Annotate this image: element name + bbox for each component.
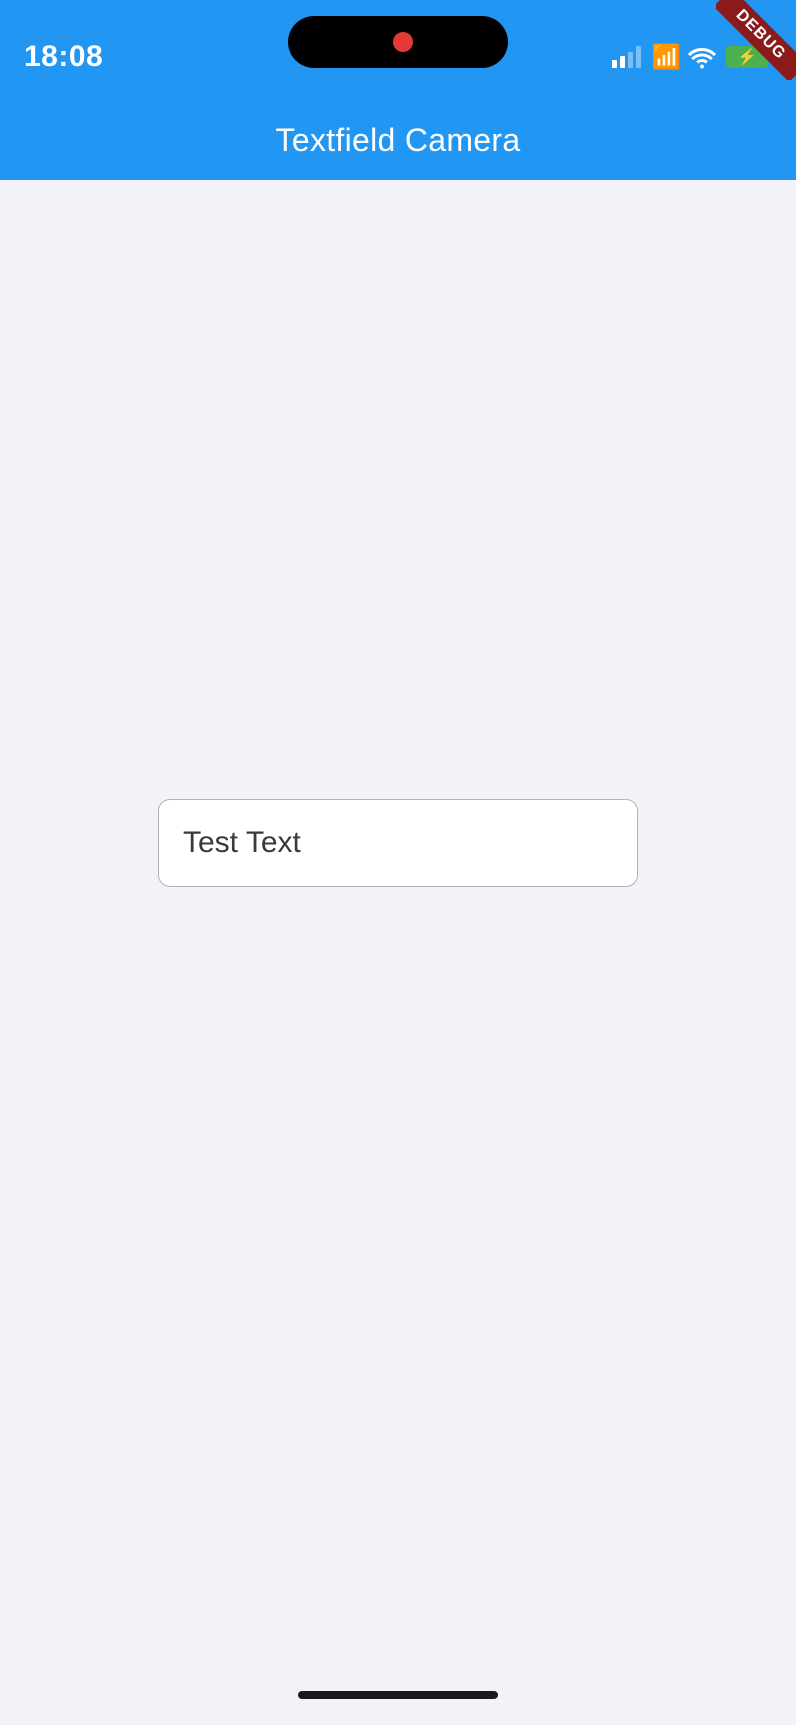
status-bar: 18:08 📶 ⚡ DEBUG <box>0 0 796 100</box>
signal-icon <box>612 46 641 68</box>
home-indicator <box>298 1691 498 1699</box>
dynamic-island <box>288 16 508 68</box>
status-time: 18:08 <box>24 40 103 74</box>
text-field-container: Test Text <box>158 799 638 887</box>
wifi-icon: 📶 <box>651 43 716 72</box>
main-content: Test Text <box>0 180 796 1665</box>
text-input[interactable]: Test Text <box>158 799 638 887</box>
debug-banner: DEBUG <box>716 0 796 80</box>
recording-dot <box>393 32 413 52</box>
app-bar: Textfield Camera <box>0 100 796 180</box>
app-bar-title: Textfield Camera <box>276 122 521 159</box>
home-indicator-bar <box>0 1665 796 1725</box>
debug-label: DEBUG <box>716 0 796 80</box>
text-input-value: Test Text <box>183 826 301 860</box>
